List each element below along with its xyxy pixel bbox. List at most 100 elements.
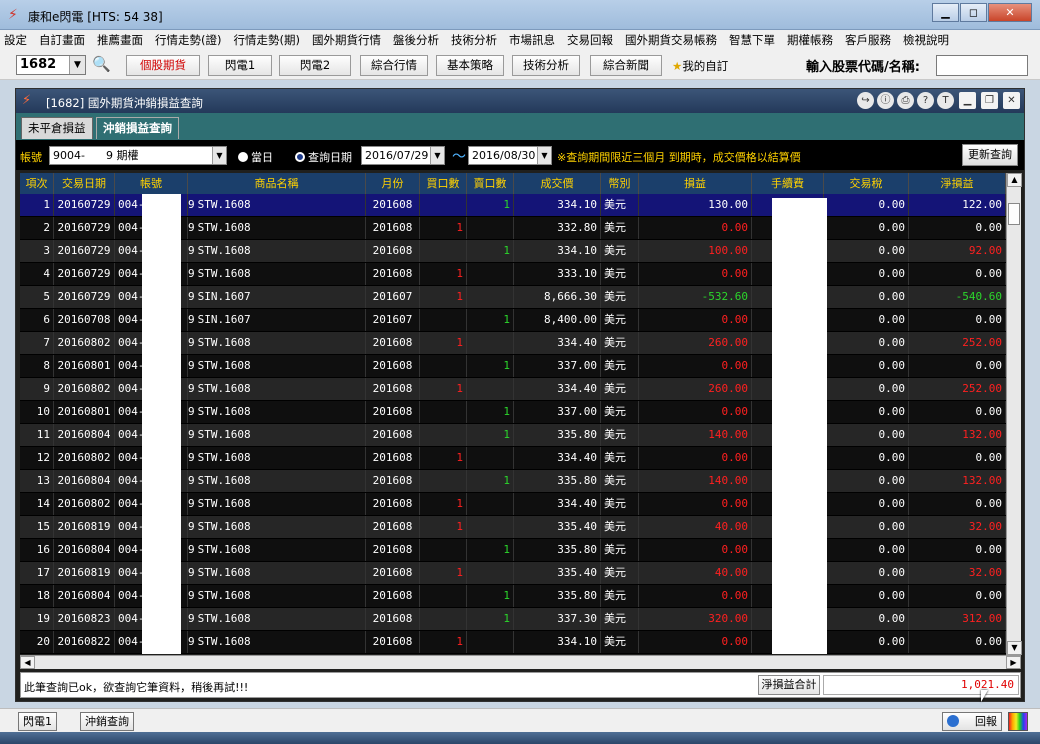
menu-custom-screen[interactable]: 自訂畫面 [39, 32, 85, 48]
refresh-query-button[interactable]: 更新查詢 [962, 144, 1018, 166]
help-icon[interactable]: ? [917, 92, 934, 109]
cell-account-tail: 9 [188, 198, 195, 211]
stock-futures-button[interactable]: 個股期貨 [126, 55, 200, 76]
date-to-select[interactable]: 2016/08/30 ▼ [468, 146, 552, 165]
cell-net-pl: 0.00 [909, 309, 1006, 331]
tab-offset-pl-query[interactable]: 沖銷損益查詢 [96, 117, 179, 139]
radio-today[interactable]: 當日 [238, 149, 273, 165]
cell-buy [420, 608, 467, 630]
menu-settings[interactable]: 設定 [4, 32, 27, 48]
col-pl[interactable]: 損益 [639, 173, 752, 194]
cell-no: 16 [20, 539, 54, 561]
cell-date: 20160729 [54, 217, 115, 239]
cell-currency: 美元 [601, 240, 639, 262]
color-palette-icon[interactable] [1008, 712, 1028, 731]
cell-net-pl: 132.00 [909, 470, 1006, 492]
horizontal-scrollbar[interactable]: ◀ ▶ [20, 655, 1021, 669]
menu-customer-service[interactable]: 客戶服務 [845, 32, 891, 48]
menu-smart-order[interactable]: 智慧下單 [729, 32, 775, 48]
taskbar-flash1[interactable]: 閃電1 [18, 712, 57, 731]
restore-icon[interactable]: ❐ [981, 92, 998, 109]
account-select[interactable]: 9004- 9 期權 ▼ [49, 146, 227, 165]
menu-foreign-account[interactable]: 國外期貨交易帳務 [625, 32, 717, 48]
date-from-select[interactable]: 2016/07/29 ▼ [361, 146, 445, 165]
menu-technical[interactable]: 技術分析 [451, 32, 497, 48]
minimize-icon[interactable]: ▁ [932, 3, 959, 22]
menu-market-news[interactable]: 市場訊息 [509, 32, 555, 48]
col-product[interactable]: 商品名稱 [188, 173, 366, 194]
taskbar-offset-query[interactable]: 沖銷查詢 [80, 712, 134, 731]
col-account[interactable]: 帳號 [115, 173, 188, 194]
cell-product: 9 STW.1608 [188, 217, 366, 239]
net-pl-total-button[interactable]: 淨損益合計 [758, 675, 820, 695]
close-icon[interactable]: ✕ [1003, 92, 1020, 109]
scroll-down-icon[interactable]: ▼ [1007, 641, 1022, 655]
info-icon[interactable]: ⓘ [877, 92, 894, 109]
menu-help[interactable]: 檢視說明 [903, 32, 949, 48]
menu-options-account[interactable]: 期權帳務 [787, 32, 833, 48]
export-icon[interactable]: ↪ [857, 92, 874, 109]
tab-open-position-pl[interactable]: 未平倉損益 [21, 117, 93, 139]
cell-pl: 130.00 [639, 194, 752, 216]
scroll-right-icon[interactable]: ▶ [1006, 656, 1021, 669]
col-price[interactable]: 成交價 [514, 173, 601, 194]
chevron-down-icon[interactable]: ▼ [537, 147, 551, 164]
cell-sell: 1 [467, 240, 514, 262]
maximize-icon[interactable]: ◻ [960, 3, 987, 22]
cell-price: 337.30 [514, 608, 601, 630]
menu-recommended[interactable]: 推薦畫面 [97, 32, 143, 48]
vertical-scrollbar[interactable]: ▲ ▼ [1006, 173, 1022, 655]
print-icon[interactable]: ⎙ [897, 92, 914, 109]
scroll-up-icon[interactable]: ▲ [1007, 173, 1022, 187]
pin-icon[interactable]: T [937, 92, 954, 109]
chevron-down-icon[interactable]: ▼ [430, 147, 444, 164]
col-tax[interactable]: 交易稅 [824, 173, 909, 194]
cell-net-pl: 32.00 [909, 562, 1006, 584]
cell-account-tail: 9 [188, 382, 195, 395]
strategy-button[interactable]: 基本策略 [436, 55, 504, 76]
return-button[interactable]: 回報 [942, 712, 1002, 731]
flash1-button[interactable]: 閃電1 [208, 55, 272, 76]
col-sell[interactable]: 賣口數 [467, 173, 514, 194]
cell-product: 9 STW.1608 [188, 263, 366, 285]
technical-button[interactable]: 技術分析 [512, 55, 580, 76]
menu-after-hours[interactable]: 盤後分析 [393, 32, 439, 48]
col-month[interactable]: 月份 [366, 173, 420, 194]
cell-price: 334.10 [514, 240, 601, 262]
col-date[interactable]: 交易日期 [54, 173, 115, 194]
scroll-thumb[interactable] [1008, 203, 1020, 225]
news-button[interactable]: 綜合新聞 [590, 55, 662, 76]
cell-price: 8,666.30 [514, 286, 601, 308]
cell-net-pl: 0.00 [909, 539, 1006, 561]
cell-currency: 美元 [601, 263, 639, 285]
overview-button[interactable]: 綜合行情 [360, 55, 428, 76]
cell-no: 2 [20, 217, 54, 239]
cell-pl: 0.00 [639, 585, 752, 607]
menu-trade-reply[interactable]: 交易回報 [567, 32, 613, 48]
stock-input[interactable] [936, 55, 1028, 76]
col-currency[interactable]: 幣別 [601, 173, 639, 194]
col-fee[interactable]: 手續費 [752, 173, 824, 194]
radio-query-date[interactable]: 查詢日期 [295, 149, 352, 165]
search-icon[interactable]: 🔍 [92, 55, 111, 73]
cell-no: 19 [20, 608, 54, 630]
menu-stock-quotes[interactable]: 行情走勢(證) [155, 32, 221, 48]
cell-no: 11 [20, 424, 54, 446]
col-no[interactable]: 項次 [20, 173, 54, 194]
favorites-label: 我的自訂 [682, 59, 729, 73]
minimize-icon[interactable]: ▁ [959, 92, 976, 109]
favorites-link[interactable]: ★我的自訂 [672, 58, 728, 74]
menu-futures-quotes[interactable]: 行情走勢(期) [233, 32, 299, 48]
stock-code-select[interactable]: 1682 ▼ [16, 55, 86, 75]
cell-no: 12 [20, 447, 54, 469]
cell-price: 332.80 [514, 217, 601, 239]
scroll-left-icon[interactable]: ◀ [20, 656, 35, 669]
col-buy[interactable]: 買口數 [420, 173, 467, 194]
chevron-down-icon[interactable]: ▼ [69, 56, 85, 74]
chevron-down-icon[interactable]: ▼ [212, 147, 226, 164]
col-net-pl[interactable]: 淨損益 [909, 173, 1006, 194]
close-icon[interactable]: ✕ [988, 3, 1032, 22]
query-note: ※查詢期間限近三個月 到期時，成交價格以結算價 [557, 151, 801, 164]
flash2-button[interactable]: 閃電2 [279, 55, 351, 76]
menu-foreign-futures[interactable]: 國外期貨行情 [312, 32, 381, 48]
